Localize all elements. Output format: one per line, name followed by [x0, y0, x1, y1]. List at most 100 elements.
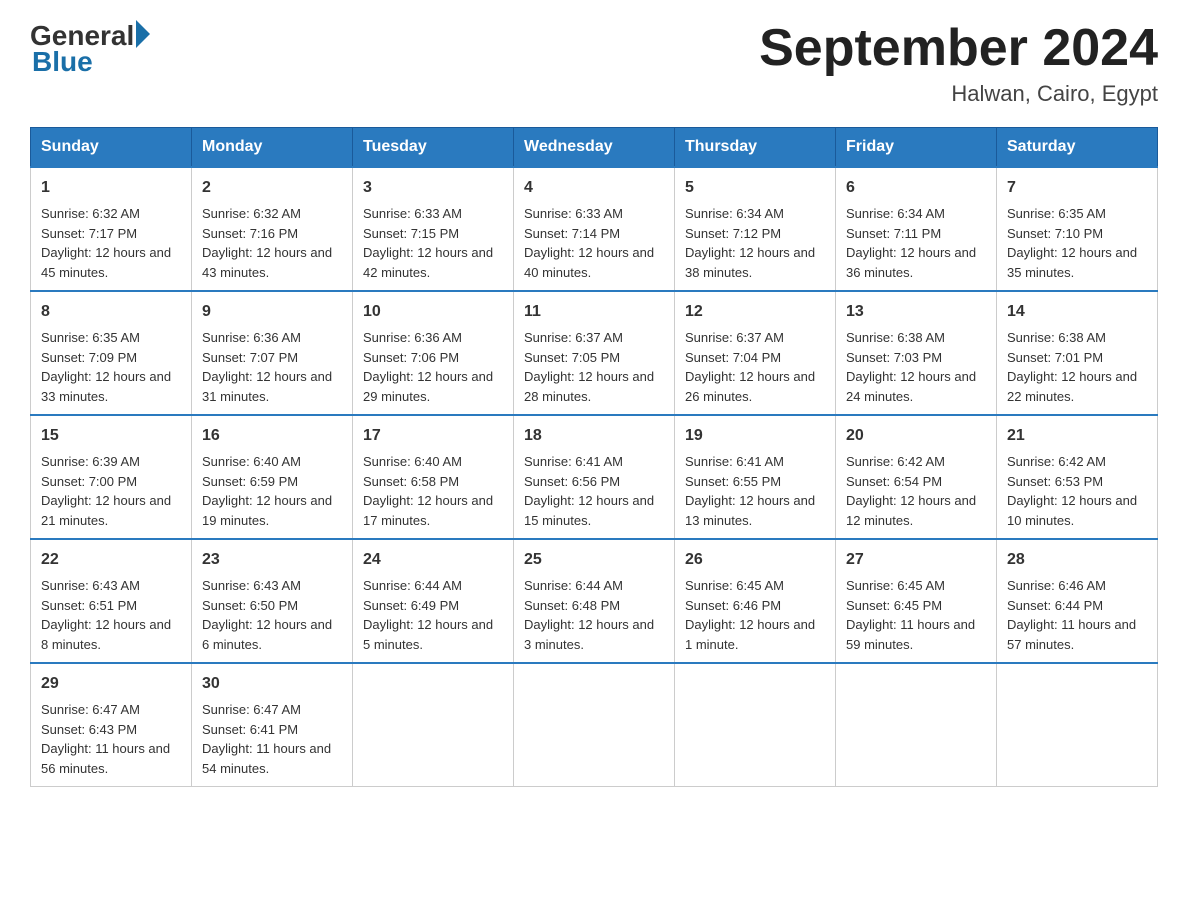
- day-number: 28: [1007, 548, 1147, 572]
- day-number: 22: [41, 548, 181, 572]
- day-number: 30: [202, 672, 342, 696]
- sunrise-text: Sunrise: 6:34 AM: [846, 206, 945, 221]
- day-number: 25: [524, 548, 664, 572]
- sunset-text: Sunset: 6:46 PM: [685, 598, 781, 613]
- calendar-day-18: 18Sunrise: 6:41 AMSunset: 6:56 PMDayligh…: [514, 415, 675, 539]
- sunrise-text: Sunrise: 6:36 AM: [363, 330, 462, 345]
- empty-cell: [836, 663, 997, 787]
- calendar-day-12: 12Sunrise: 6:37 AMSunset: 7:04 PMDayligh…: [675, 291, 836, 415]
- day-number: 21: [1007, 424, 1147, 448]
- daylight-text: Daylight: 12 hours and 10 minutes.: [1007, 493, 1137, 528]
- calendar-week-2: 8Sunrise: 6:35 AMSunset: 7:09 PMDaylight…: [31, 291, 1158, 415]
- calendar-week-3: 15 Sunrise: 6:39 AM Sunset: 7:00 PM Dayligh…: [31, 415, 1158, 539]
- sunset-text: Sunset: 6:50 PM: [202, 598, 298, 613]
- sunset-text: Sunset: 6:59 PM: [202, 474, 298, 489]
- sunrise-text: Sunrise: 6:45 AM: [846, 578, 945, 593]
- calendar-day-27: 27Sunrise: 6:45 AMSunset: 6:45 PMDayligh…: [836, 539, 997, 663]
- sunrise-text: Sunrise: 6:33 AM: [524, 206, 623, 221]
- daylight-text: Daylight: 12 hours and 26 minutes.: [685, 369, 815, 404]
- daylight-text: Daylight: 12 hours and 36 minutes.: [846, 245, 976, 280]
- calendar-day-21: 21Sunrise: 6:42 AMSunset: 6:53 PMDayligh…: [997, 415, 1158, 539]
- sunrise-text: Sunrise: 6:43 AM: [202, 578, 301, 593]
- calendar-day-13: 13Sunrise: 6:38 AMSunset: 7:03 PMDayligh…: [836, 291, 997, 415]
- sunrise-text: Sunrise: 6:36 AM: [202, 330, 301, 345]
- sunset-text: Sunset: 6:41 PM: [202, 722, 298, 737]
- daylight-text: Daylight: 12 hours and 15 minutes.: [524, 493, 654, 528]
- calendar-day-26: 26Sunrise: 6:45 AMSunset: 6:46 PMDayligh…: [675, 539, 836, 663]
- title-block: September 2024 Halwan, Cairo, Egypt: [759, 20, 1158, 107]
- sunrise-text: Sunrise: 6:32 AM: [202, 206, 301, 221]
- calendar-day-14: 14Sunrise: 6:38 AMSunset: 7:01 PMDayligh…: [997, 291, 1158, 415]
- sunrise-text: Sunrise: 6:33 AM: [363, 206, 462, 221]
- sunset-text: Sunset: 7:15 PM: [363, 226, 459, 241]
- day-header-monday: Monday: [192, 128, 353, 168]
- sunset-text: Sunset: 6:58 PM: [363, 474, 459, 489]
- sunset-text: Sunset: 6:54 PM: [846, 474, 942, 489]
- day-number: 16: [202, 424, 342, 448]
- day-number: 27: [846, 548, 986, 572]
- sunset-text: Sunset: 7:12 PM: [685, 226, 781, 241]
- daylight-text: Daylight: 12 hours and 45 minutes.: [41, 245, 171, 280]
- sunrise-text: Sunrise: 6:39 AM: [41, 454, 140, 469]
- day-number: 9: [202, 300, 342, 324]
- day-number: 15: [41, 424, 181, 448]
- sunset-text: Sunset: 6:53 PM: [1007, 474, 1103, 489]
- sunset-text: Sunset: 6:44 PM: [1007, 598, 1103, 613]
- calendar-day-2: 2Sunrise: 6:32 AMSunset: 7:16 PMDaylight…: [192, 167, 353, 291]
- day-header-friday: Friday: [836, 128, 997, 168]
- calendar-day-30: 30Sunrise: 6:47 AMSunset: 6:41 PMDayligh…: [192, 663, 353, 787]
- empty-cell: [675, 663, 836, 787]
- sunset-text: Sunset: 6:49 PM: [363, 598, 459, 613]
- calendar-table: SundayMondayTuesdayWednesdayThursdayFrid…: [30, 127, 1158, 787]
- sunset-text: Sunset: 6:55 PM: [685, 474, 781, 489]
- daylight-text: Daylight: 12 hours and 42 minutes.: [363, 245, 493, 280]
- daylight-text: Daylight: 12 hours and 43 minutes.: [202, 245, 332, 280]
- daylight-text: Daylight: 12 hours and 19 minutes.: [202, 493, 332, 528]
- sunset-text: Sunset: 7:10 PM: [1007, 226, 1103, 241]
- sunrise-text: Sunrise: 6:38 AM: [1007, 330, 1106, 345]
- daylight-text: Daylight: 11 hours and 59 minutes.: [846, 617, 975, 652]
- calendar-day-4: 4Sunrise: 6:33 AMSunset: 7:14 PMDaylight…: [514, 167, 675, 291]
- sunset-text: Sunset: 7:04 PM: [685, 350, 781, 365]
- daylight-text: Daylight: 12 hours and 24 minutes.: [846, 369, 976, 404]
- sunrise-text: Sunrise: 6:40 AM: [363, 454, 462, 469]
- sunrise-text: Sunrise: 6:34 AM: [685, 206, 784, 221]
- sunrise-text: Sunrise: 6:44 AM: [524, 578, 623, 593]
- calendar-day-28: 28Sunrise: 6:46 AMSunset: 6:44 PMDayligh…: [997, 539, 1158, 663]
- day-number: 5: [685, 176, 825, 200]
- daylight-text: Daylight: 12 hours and 31 minutes.: [202, 369, 332, 404]
- daylight-text: Daylight: 12 hours and 1 minute.: [685, 617, 815, 652]
- sunset-text: Sunset: 7:00 PM: [41, 474, 137, 489]
- sunrise-text: Sunrise: 6:43 AM: [41, 578, 140, 593]
- calendar-day-8: 8Sunrise: 6:35 AMSunset: 7:09 PMDaylight…: [31, 291, 192, 415]
- daylight-text: Daylight: 12 hours and 38 minutes.: [685, 245, 815, 280]
- logo: General Blue: [30, 20, 150, 78]
- day-number: 6: [846, 176, 986, 200]
- calendar-day-9: 9Sunrise: 6:36 AMSunset: 7:07 PMDaylight…: [192, 291, 353, 415]
- sunrise-text: Sunrise: 6:47 AM: [41, 702, 140, 717]
- location-text: Halwan, Cairo, Egypt: [759, 81, 1158, 107]
- sunrise-text: Sunrise: 6:41 AM: [685, 454, 784, 469]
- sunset-text: Sunset: 7:16 PM: [202, 226, 298, 241]
- calendar-day-10: 10Sunrise: 6:36 AMSunset: 7:06 PMDayligh…: [353, 291, 514, 415]
- day-number: 8: [41, 300, 181, 324]
- sunset-text: Sunset: 7:14 PM: [524, 226, 620, 241]
- day-number: 12: [685, 300, 825, 324]
- daylight-text: Daylight: 12 hours and 21 minutes.: [41, 493, 171, 528]
- sunset-text: Sunset: 7:11 PM: [846, 226, 941, 241]
- sunrise-text: Sunrise: 6:46 AM: [1007, 578, 1106, 593]
- month-title: September 2024: [759, 20, 1158, 77]
- calendar-day-25: 25 Sunrise: 6:44 AM Sunset: 6:48 PM Dayligh…: [514, 539, 675, 663]
- calendar-day-11: 11Sunrise: 6:37 AMSunset: 7:05 PMDayligh…: [514, 291, 675, 415]
- calendar-week-5: 29Sunrise: 6:47 AMSunset: 6:43 PMDayligh…: [31, 663, 1158, 787]
- daylight-text: Daylight: 12 hours and 12 minutes.: [846, 493, 976, 528]
- calendar-day-16: 16Sunrise: 6:40 AMSunset: 6:59 PMDayligh…: [192, 415, 353, 539]
- day-header-tuesday: Tuesday: [353, 128, 514, 168]
- calendar-day-3: 3Sunrise: 6:33 AMSunset: 7:15 PMDaylight…: [353, 167, 514, 291]
- daylight-text: Daylight: 12 hours and 3 minutes.: [524, 617, 654, 652]
- sunset-text: Sunset: 6:48 PM: [524, 598, 620, 613]
- empty-cell: [353, 663, 514, 787]
- day-number: 1: [41, 176, 181, 200]
- calendar-day-20: 20Sunrise: 6:42 AMSunset: 6:54 PMDayligh…: [836, 415, 997, 539]
- calendar-day-19: 19Sunrise: 6:41 AMSunset: 6:55 PMDayligh…: [675, 415, 836, 539]
